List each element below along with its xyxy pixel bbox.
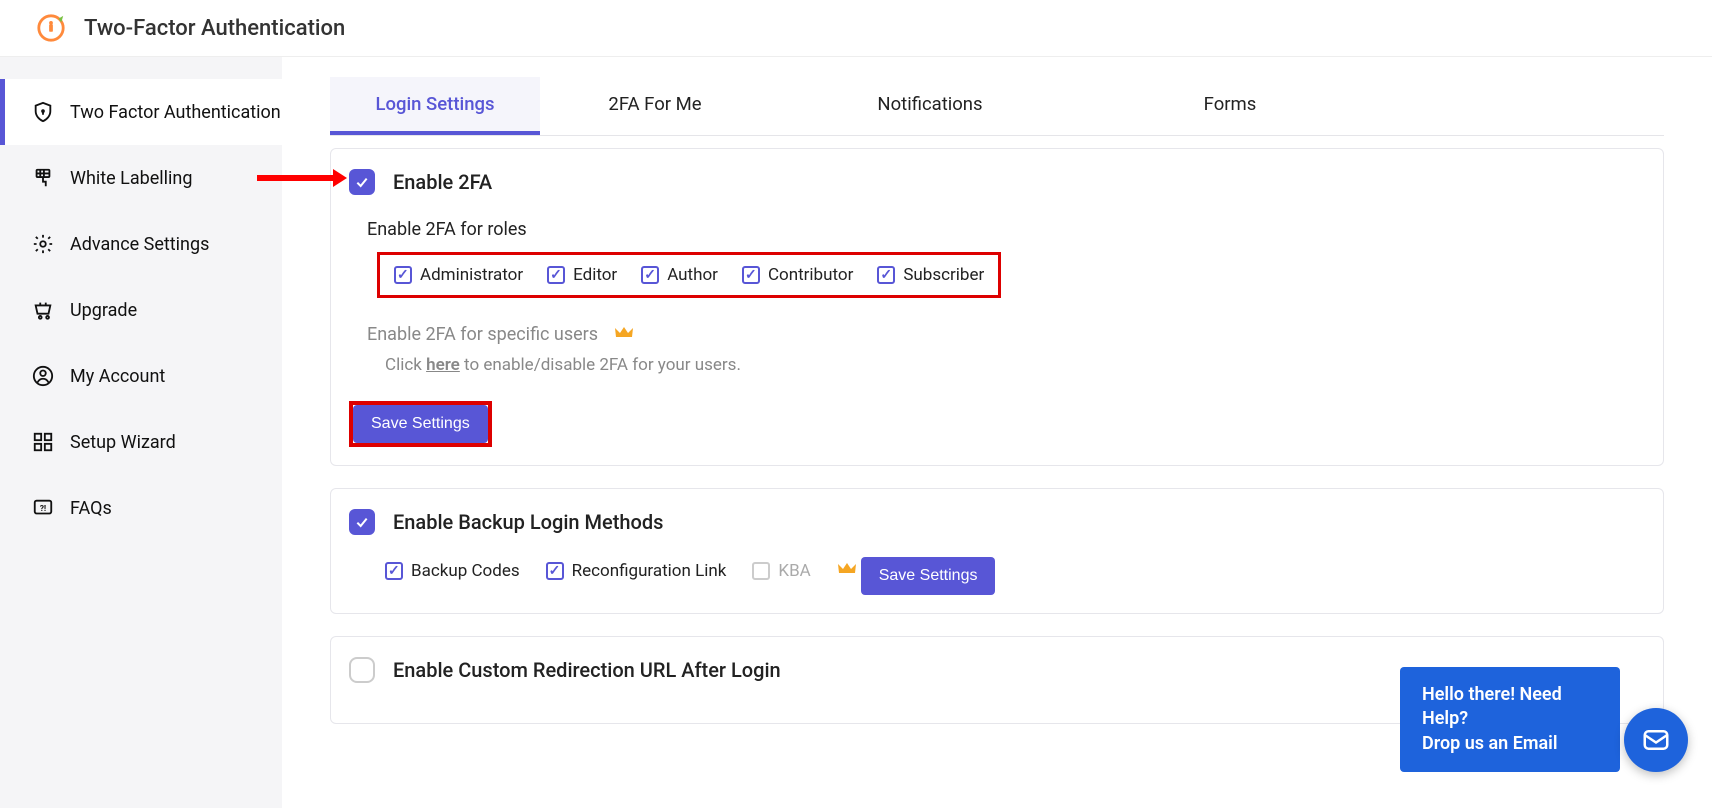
sidebar-item-my-account[interactable]: My Account: [0, 343, 282, 409]
sidebar-item-advance-settings[interactable]: Advance Settings: [0, 211, 282, 277]
method-label: Reconfiguration Link: [572, 561, 727, 581]
sidebar-item-label: Setup Wizard: [70, 432, 176, 453]
role-editor[interactable]: Editor: [547, 265, 617, 285]
enable-2fa-card: Enable 2FA Enable 2FA for roles Administ…: [330, 148, 1664, 466]
sidebar-item-label: FAQs: [70, 498, 112, 519]
role-contributor[interactable]: Contributor: [742, 265, 853, 285]
page-title: Two-Factor Authentication: [84, 16, 345, 41]
method-backup-codes[interactable]: Backup Codes: [385, 561, 520, 581]
grid-icon: [32, 431, 54, 453]
backup-title: Enable Backup Login Methods: [393, 510, 663, 534]
role-label: Author: [667, 265, 718, 285]
redirect-title: Enable Custom Redirection URL After Logi…: [393, 658, 781, 682]
method-label: KBA: [778, 561, 810, 581]
role-administrator[interactable]: Administrator: [394, 265, 523, 285]
roles-label: Enable 2FA for roles: [367, 219, 1645, 240]
role-author[interactable]: Author: [641, 265, 718, 285]
sidebar-item-setup-wizard[interactable]: Setup Wizard: [0, 409, 282, 475]
role-label: Editor: [573, 265, 617, 285]
top-bar: Two-Factor Authentication: [0, 0, 1712, 57]
help-tooltip: Hello there! Need Help? Drop us an Email: [1400, 667, 1620, 772]
specific-users-label: Enable 2FA for specific users: [367, 324, 598, 345]
sidebar-item-2fa[interactable]: Two Factor Authentication: [0, 79, 282, 145]
sidebar-item-label: White Labelling: [70, 168, 192, 189]
save-highlight-box: Save Settings: [349, 401, 492, 447]
user-icon: [32, 365, 54, 387]
backup-methods-card: Enable Backup Login Methods Backup Codes…: [330, 488, 1664, 614]
method-label: Backup Codes: [411, 561, 520, 581]
role-label: Administrator: [420, 265, 523, 285]
sidebar-item-label: Two Factor Authentication: [70, 102, 281, 123]
save-settings-button[interactable]: Save Settings: [353, 405, 488, 443]
sidebar-item-faqs[interactable]: ?! FAQs: [0, 475, 282, 541]
role-label: Contributor: [768, 265, 853, 285]
role-subscriber[interactable]: Subscriber: [877, 265, 984, 285]
shield-icon: [32, 101, 54, 123]
tab-notifications[interactable]: Notifications: [770, 77, 1090, 135]
tab-login-settings[interactable]: Login Settings: [330, 77, 540, 135]
app-logo-icon: [36, 13, 66, 43]
sidebar-item-white-labelling[interactable]: White Labelling: [0, 145, 282, 211]
sidebar-item-label: Advance Settings: [70, 234, 209, 255]
specific-users-link[interactable]: here: [426, 355, 460, 375]
help-chat-button[interactable]: [1624, 708, 1688, 772]
sidebar-item-upgrade[interactable]: Upgrade: [0, 277, 282, 343]
method-kba: KBA: [752, 561, 810, 581]
enable-redirect-checkbox[interactable]: [349, 657, 375, 683]
crown-icon: [837, 561, 857, 581]
faq-icon: ?!: [32, 497, 54, 519]
sidebar-item-label: Upgrade: [70, 300, 137, 321]
enable-2fa-checkbox[interactable]: [349, 169, 375, 195]
gear-icon: [32, 233, 54, 255]
cart-icon: [32, 299, 54, 321]
tabs: Login Settings 2FA For Me Notifications …: [330, 77, 1664, 136]
save-backup-button[interactable]: Save Settings: [861, 557, 996, 595]
tab-forms[interactable]: Forms: [1090, 77, 1370, 135]
sidebar: Two Factor Authentication White Labellin…: [0, 57, 282, 808]
method-reconfiguration-link[interactable]: Reconfiguration Link: [546, 561, 727, 581]
annotation-arrow-icon: [255, 167, 347, 189]
roles-highlight-box: Administrator Editor Author Contributor …: [377, 252, 1001, 298]
brush-icon: [32, 167, 54, 189]
sidebar-item-label: My Account: [70, 366, 165, 387]
tab-2fa-for-me[interactable]: 2FA For Me: [540, 77, 770, 135]
role-label: Subscriber: [903, 265, 984, 285]
specific-users-hint: Click here to enable/disable 2FA for you…: [385, 355, 1645, 375]
svg-text:?!: ?!: [40, 504, 46, 514]
crown-icon: [614, 325, 634, 345]
enable-2fa-title: Enable 2FA: [393, 170, 492, 194]
enable-backup-checkbox[interactable]: [349, 509, 375, 535]
